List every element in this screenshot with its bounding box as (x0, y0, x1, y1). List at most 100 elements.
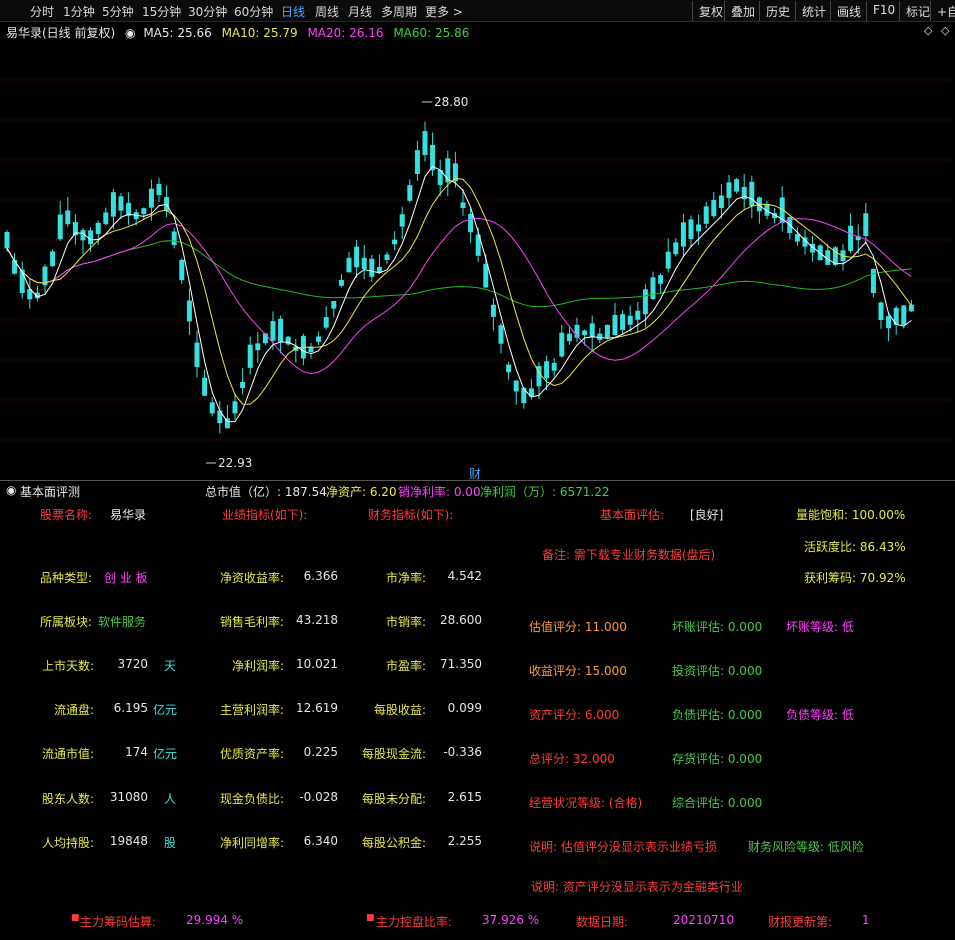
perf-value: -0.028 (299, 790, 338, 804)
period-tab-5min[interactable]: 5分钟 (102, 3, 134, 20)
period-tab-30min[interactable]: 30分钟 (188, 3, 227, 20)
fin-label: 市盈率: (385, 659, 426, 673)
custom-button[interactable]: +自 (930, 1, 955, 21)
candle-body (331, 300, 337, 309)
candle-body (483, 264, 489, 288)
candle-body (848, 225, 854, 251)
perf-value: 0.225 (303, 745, 338, 759)
candle-body (65, 210, 71, 225)
period-tab-more[interactable]: 更多 > (425, 3, 463, 20)
diamond-icon[interactable]: ◇ (924, 24, 932, 37)
left-unit: 天 (164, 659, 177, 673)
perf-label: 净利润率: (231, 659, 284, 673)
candle-body (863, 213, 869, 236)
left-value: 创 业 板 (104, 571, 148, 585)
period-tab-weekly[interactable]: 周线 (315, 3, 339, 20)
control-ratio-value: 37.926 % (482, 913, 540, 927)
high-marker: 28.80 (422, 95, 468, 109)
fin-value: 71.350 (440, 657, 482, 671)
candle-body (460, 202, 466, 208)
candle-body (232, 401, 238, 414)
candle-body (870, 268, 876, 293)
period-tab-15min[interactable]: 15分钟 (142, 3, 181, 20)
candle-body (513, 380, 519, 392)
period-tab-monthly[interactable]: 月线 (348, 3, 372, 20)
candle-body (164, 197, 170, 211)
stock-name-label: 股票名称: (40, 508, 93, 522)
f10-button[interactable]: F10 (866, 1, 901, 21)
ma5-line (6, 165, 912, 423)
overall-eval: 综合评估: 0.000 (672, 796, 763, 810)
candle-body (338, 279, 344, 286)
candle-body (544, 361, 550, 379)
left-label: 人均持股: (41, 836, 94, 850)
perf-value: 43.218 (296, 613, 338, 627)
left-value: 31080 (109, 790, 148, 804)
collapse-icon[interactable]: ◉ (6, 483, 16, 497)
candle-body (50, 251, 56, 267)
market-cap: 总市值（亿）: 187.54 (205, 485, 327, 499)
candle-body (4, 231, 10, 249)
candle-body (202, 377, 208, 396)
ma60-line (6, 240, 912, 308)
overlay-button[interactable]: 叠加 (724, 1, 761, 21)
candle-body (323, 317, 329, 328)
candle-body (278, 318, 284, 342)
ma10-value: MA10: 25.79 (221, 26, 298, 40)
ma60-value: MA60: 25.86 (393, 26, 470, 40)
control-ratio-label: 主力控盘比率: (376, 915, 453, 929)
period-tab-multi[interactable]: 多周期 (381, 3, 417, 20)
candle-body (589, 323, 595, 338)
candle-body (156, 183, 162, 195)
left-unit: 亿元 (153, 747, 178, 761)
perf-value: 6.340 (303, 834, 338, 848)
bullet-icon: ■ (71, 913, 80, 923)
stats-button[interactable]: 统计 (795, 1, 832, 21)
candle-body (718, 195, 724, 209)
left-value: 19848 (109, 834, 148, 848)
total-score: 总评分: 32.000 (529, 752, 615, 766)
left-label: 所属板块: (40, 615, 93, 629)
history-button[interactable]: 历史 (759, 1, 796, 21)
candle-body (186, 300, 192, 322)
candle-body (749, 181, 755, 207)
candle-body (658, 275, 664, 284)
candle-body (141, 208, 147, 215)
candle-body (597, 333, 603, 340)
period-tab-60min[interactable]: 60分钟 (234, 3, 273, 20)
candle-body (247, 344, 253, 368)
close-icon[interactable]: ◇ (941, 24, 949, 37)
fundamentals-title[interactable]: 基本面评测 (20, 483, 80, 500)
bad-debt-level: 坏账等级: 低 (786, 620, 854, 634)
left-value: 软件服务 (98, 615, 147, 629)
candle-body (726, 182, 732, 198)
candle-body (635, 310, 641, 320)
candle-body (407, 185, 413, 201)
candle-body (346, 257, 352, 273)
settings-icon[interactable]: ◉ (125, 26, 135, 40)
fin-label: 每股未分配: (361, 792, 426, 806)
candlestick-chart[interactable]: 28.80 22.93 (0, 40, 955, 480)
candle-body (12, 259, 18, 274)
candle-body (414, 150, 420, 174)
period-toolbar: 分时 1分钟 5分钟 15分钟 30分钟 60分钟 日线 周线 月线 多周期 更… (0, 0, 955, 22)
candle-body (422, 131, 428, 155)
draw-line-button[interactable]: 画线 (830, 1, 867, 21)
bad-debt-eval: 坏账评估: 0.000 (672, 620, 763, 634)
candle-body (270, 321, 276, 341)
candle-body (384, 254, 390, 260)
period-tab-daily[interactable]: 日线 (281, 3, 305, 20)
ma-legend: 易华录(日线 前复权) ◉ MA5: 25.66 MA10: 25.79 MA2… (6, 24, 475, 41)
perf-label: 主营利润率: (219, 703, 284, 717)
period-tab-fenshi[interactable]: 分时 (30, 3, 54, 20)
volume-saturation: 量能饱和: 100.00% (796, 508, 906, 522)
stock-name: 易华录 (110, 508, 147, 522)
perf-label: 优质资产率: (219, 747, 284, 761)
ma20-line (6, 217, 912, 375)
candle-body (650, 277, 656, 299)
candle-body (240, 382, 246, 388)
perf-label: 现金负债比: (219, 792, 284, 806)
period-tab-1min[interactable]: 1分钟 (63, 3, 95, 20)
candle-body (566, 333, 572, 342)
candle-body (148, 188, 154, 208)
